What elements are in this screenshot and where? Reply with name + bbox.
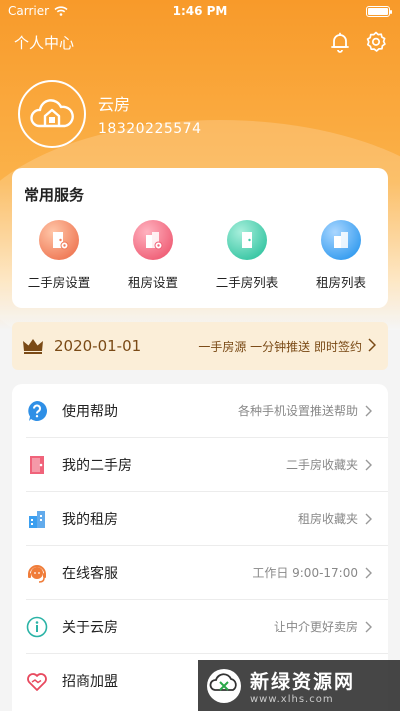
building-settings-icon: [133, 220, 173, 260]
watermark-name: 新绿资源网: [250, 670, 356, 693]
menu-item-my-secondhand[interactable]: 我的二手房 二手房收藏夹: [12, 438, 388, 491]
service-label: 二手房设置: [27, 275, 91, 290]
service-label: 租房设置: [127, 275, 178, 290]
menu-item-about[interactable]: 关于云房 让中介更好卖房: [12, 600, 388, 653]
page-title: 个人中心: [14, 34, 75, 52]
service-label: 租房列表: [315, 275, 366, 290]
menu-sublabel: 二手房收藏夹: [285, 458, 358, 472]
menu-label: 在线客服: [62, 565, 118, 582]
services-card: 常用服务 二手房设置 租房设置 二手房列表 租房列表: [12, 168, 388, 308]
service-rental-settings[interactable]: 租房设置: [106, 220, 200, 291]
headset-icon: [26, 562, 48, 584]
menu-item-help[interactable]: 使用帮助 各种手机设置推送帮助: [12, 384, 388, 437]
watermark-logo-icon: [206, 668, 242, 704]
user-phone: 18320225574: [98, 121, 202, 137]
gear-icon[interactable]: [364, 30, 388, 54]
menu-sublabel: 租房收藏夹: [297, 512, 358, 526]
door-icon: [227, 220, 267, 260]
chevron-right-icon: [365, 567, 372, 579]
vip-promo: 一手房源 一分钟推送 即时签约: [198, 340, 362, 354]
service-rental-list[interactable]: 租房列表: [294, 220, 388, 291]
avatar[interactable]: [18, 80, 86, 148]
battery-icon: [366, 6, 392, 17]
vip-date: 2020-01-01: [54, 337, 142, 355]
info-icon: [26, 616, 48, 638]
menu-sublabel: 让中介更好卖房: [273, 620, 358, 634]
service-secondhand-list[interactable]: 二手房列表: [200, 220, 294, 291]
building-icon: [26, 508, 48, 530]
help-icon: [26, 400, 48, 422]
menu-item-online-service[interactable]: 在线客服 工作日 9:00-17:00: [12, 546, 388, 599]
user-profile[interactable]: 云房 18320225574: [18, 80, 201, 148]
menu-label: 我的二手房: [62, 457, 132, 474]
menu-sublabel: 工作日 9:00-17:00: [252, 566, 358, 580]
nav-bar: 个人中心: [0, 28, 400, 56]
menu-sublabel: 各种手机设置推送帮助: [237, 404, 358, 418]
cloud-house-icon: [30, 99, 74, 128]
service-secondhand-settings[interactable]: 二手房设置: [12, 220, 106, 291]
chevron-right-icon: [365, 513, 372, 525]
watermark-url: www.xlhs.com: [250, 693, 334, 705]
chevron-right-icon: [365, 621, 372, 633]
bell-icon[interactable]: [328, 30, 352, 54]
door-settings-icon: [39, 220, 79, 260]
menu-label: 招商加盟: [62, 673, 118, 690]
clock: 1:46 PM: [172, 4, 228, 18]
menu-label: 关于云房: [62, 619, 118, 636]
menu-item-my-rental[interactable]: 我的租房 租房收藏夹: [12, 492, 388, 545]
watermark: 新绿资源网 www.xlhs.com: [198, 660, 400, 711]
services-title: 常用服务: [24, 186, 85, 204]
chevron-right-icon: [365, 459, 372, 471]
menu-label: 我的租房: [62, 511, 118, 528]
building-icon: [321, 220, 361, 260]
menu-label: 使用帮助: [62, 403, 118, 420]
chevron-right-icon: [368, 338, 376, 352]
service-label: 二手房列表: [215, 275, 279, 290]
status-bar: Carrier 1:46 PM: [0, 0, 400, 22]
chevron-right-icon: [365, 405, 372, 417]
handshake-icon: [26, 670, 48, 692]
crown-icon: [23, 339, 43, 354]
user-name: 云房: [98, 95, 131, 114]
vip-banner[interactable]: 2020-01-01 一手房源 一分钟推送 即时签约: [12, 322, 388, 370]
door-icon: [26, 454, 48, 476]
